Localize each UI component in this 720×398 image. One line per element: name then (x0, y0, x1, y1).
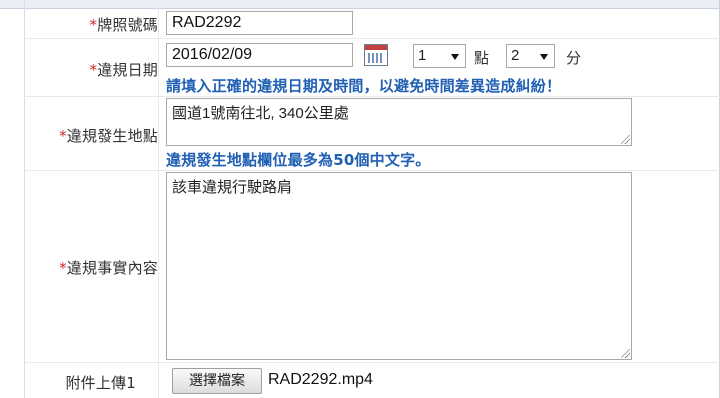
violation-date-label: *違規日期 (89, 61, 158, 79)
row-divider (24, 38, 720, 39)
minute-select-value: 2 (511, 47, 520, 64)
location-hint-text: 違規發生地點欄位最多為50個中文字。 (166, 151, 431, 169)
hour-select-value: 1 (418, 47, 427, 64)
violation-facts-label: *違規事實內容 (59, 259, 158, 277)
violation-facts-value: 該車違規行駛路肩 (172, 179, 293, 196)
chevron-down-icon (540, 54, 548, 60)
minute-unit-label: 分 (566, 49, 582, 67)
hour-unit-label: 點 (474, 49, 490, 67)
violation-date-input[interactable]: 2016/02/09 (166, 43, 353, 67)
row-divider (24, 170, 720, 171)
required-mark: * (59, 259, 67, 277)
plate-number-label: *牌照號碼 (89, 16, 158, 34)
plate-number-input[interactable]: RAD2292 (166, 11, 353, 35)
row-divider (24, 96, 720, 97)
resize-handle[interactable] (621, 349, 630, 358)
resize-handle[interactable] (621, 135, 630, 144)
violation-location-input[interactable]: 國道1號南往北, 340公里處 (166, 98, 632, 146)
chevron-down-icon (451, 54, 459, 60)
date-hint-text: 請填入正確的違規日期及時間，以避免時間差異造成糾紛！ (166, 77, 562, 95)
required-mark: * (59, 127, 67, 145)
violation-location-value: 國道1號南往北, 340公里處 (172, 105, 349, 122)
column-divider (158, 8, 159, 398)
row-divider (24, 362, 720, 363)
violation-facts-input[interactable]: 該車違規行駛路肩 (166, 172, 632, 360)
calendar-icon[interactable] (364, 44, 388, 66)
minute-select[interactable]: 2 (506, 44, 555, 68)
hour-select[interactable]: 1 (413, 44, 466, 68)
violation-location-label: *違規發生地點 (59, 127, 158, 145)
selected-file-name: RAD2292.mp4 (268, 371, 373, 388)
top-frame-border (0, 0, 720, 9)
attachment-label: 附件上傳1 (65, 374, 136, 392)
choose-file-button[interactable]: 選擇檔案 (172, 368, 262, 394)
